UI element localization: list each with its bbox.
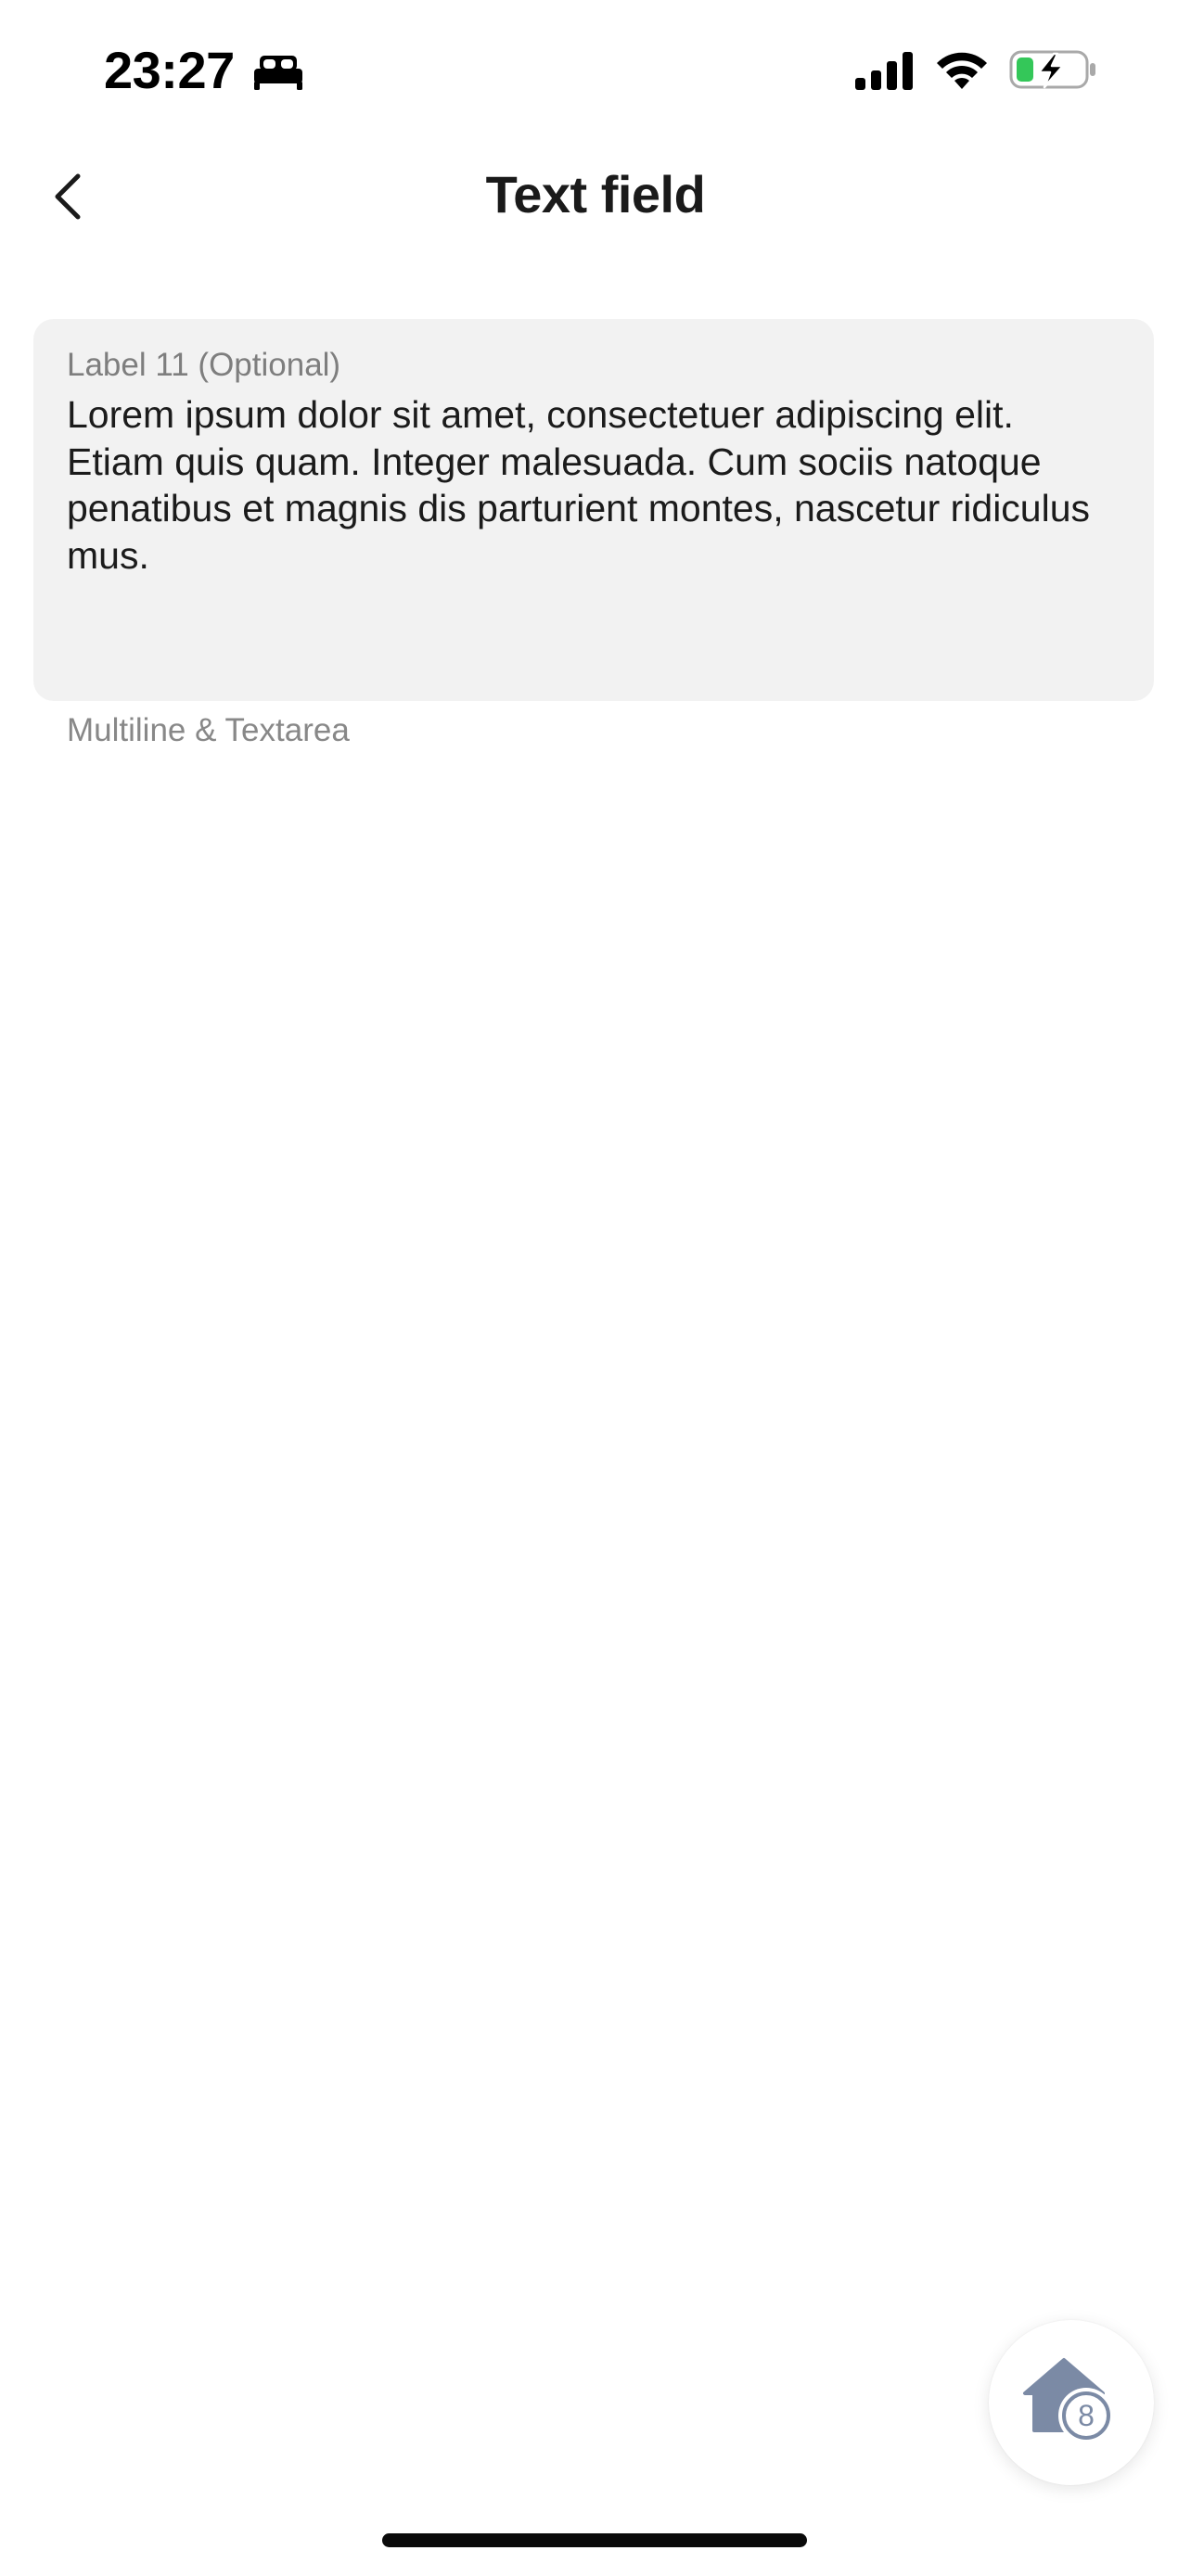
floating-home-button[interactable]: 8 — [989, 2320, 1154, 2485]
page-title: Text field — [485, 165, 706, 223]
helper-text: Multiline & Textarea — [67, 712, 350, 748]
wifi-icon — [937, 52, 987, 89]
status-time: 23:27 — [104, 41, 235, 99]
cellular-signal-icon — [855, 52, 913, 90]
battery-charging-icon — [1009, 50, 1095, 89]
home-icon: 8 — [1023, 2358, 1114, 2443]
field-value[interactable]: Lorem ipsum dolor sit amet, consectetuer… — [67, 391, 1121, 579]
status-bar: 23:27 — [0, 0, 1191, 139]
field-label: Label 11 (Optional) — [67, 347, 341, 383]
nav-bar: Text field — [0, 139, 1191, 252]
home-indicator[interactable] — [382, 2533, 807, 2547]
home-badge-count: 8 — [1078, 2399, 1095, 2432]
bed-icon — [254, 56, 302, 90]
multiline-text-field[interactable]: Label 11 (Optional) Lorem ipsum dolor si… — [33, 319, 1154, 701]
